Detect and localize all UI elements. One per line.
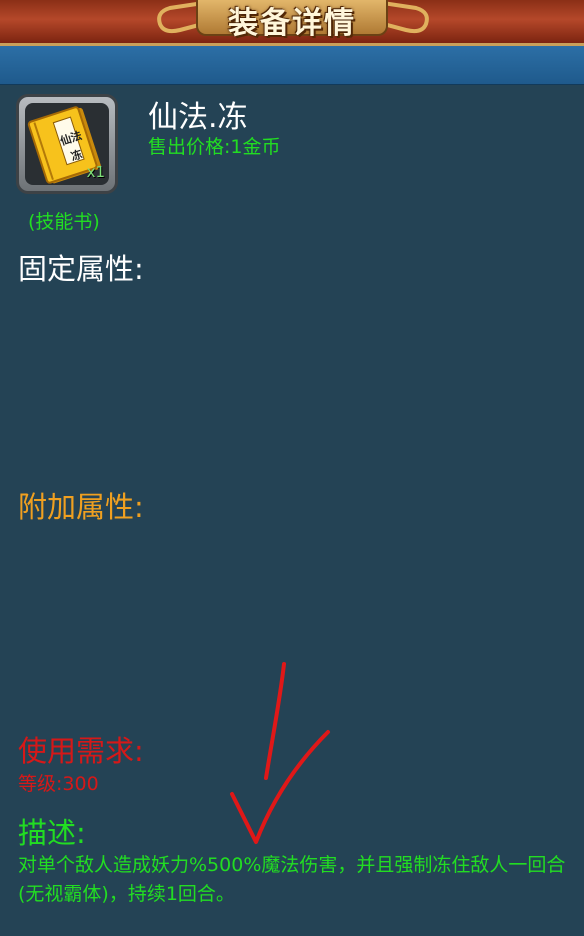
requirements-title: 使用需求: bbox=[18, 734, 144, 768]
title-banner: 装备详情 bbox=[0, 0, 584, 46]
item-name: 仙法.冻 bbox=[148, 100, 248, 135]
sell-price: 售出价格:1金币 bbox=[148, 136, 281, 158]
page-title: 装备详情 bbox=[228, 6, 356, 41]
fixed-attributes-title: 固定属性: bbox=[18, 252, 144, 286]
item-quantity: x1 bbox=[86, 163, 105, 181]
description-title: 描述: bbox=[18, 816, 86, 850]
extra-attributes-title: 附加属性: bbox=[18, 490, 144, 524]
requirement-level: 等级:300 bbox=[18, 773, 99, 795]
description-text: 对单个敌人造成妖力%500%魔法伤害，并且强制冻住敌人一回合(无视霸体)，持续1… bbox=[18, 854, 566, 905]
checkmark-annotation-icon bbox=[230, 662, 330, 844]
header-strip bbox=[0, 46, 584, 85]
item-type: (技能书) bbox=[28, 211, 100, 233]
item-icon-frame[interactable]: 仙法 冻 x1 bbox=[16, 94, 118, 194]
